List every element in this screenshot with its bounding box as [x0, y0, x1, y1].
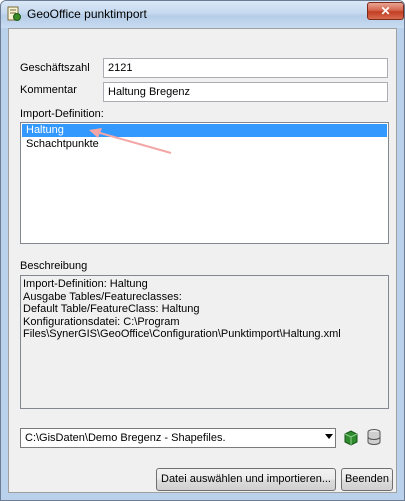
- add-layer-icon[interactable]: [342, 429, 360, 447]
- kommentar-input[interactable]: Haltung Bregenz: [103, 82, 388, 102]
- chevron-down-icon[interactable]: [325, 434, 333, 439]
- beschreibung-textbox[interactable]: Import-Definition: Haltung Ausgabe Table…: [20, 275, 389, 409]
- description-line: Konfigurationsdatei: C:\Program: [23, 315, 180, 328]
- description-line: Default Table/FeatureClass: Haltung: [23, 303, 200, 315]
- database-icon[interactable]: [365, 428, 383, 446]
- import-file-button[interactable]: Datei auswählen und importieren...: [156, 468, 336, 491]
- geschaeftszahl-label: Geschäftszahl: [20, 62, 90, 74]
- title-bar[interactable]: GeoOffice punktimport ✕: [1, 1, 404, 28]
- list-item-haltung[interactable]: Haltung: [22, 124, 387, 137]
- import-definition-listbox[interactable]: Haltung Schachtpunkte: [20, 122, 389, 244]
- dialog-window: GeoOffice punktimport ✕ Geschäftszahl 21…: [0, 0, 405, 501]
- description-line: Ausgabe Tables/Featureclasses:: [23, 290, 182, 303]
- beenden-button[interactable]: Beenden: [341, 468, 393, 491]
- datasource-dropdown[interactable]: C:\GisDaten\Demo Bregenz - Shapefiles.: [20, 428, 336, 448]
- list-item-schachtpunkte[interactable]: Schachtpunkte: [22, 138, 387, 151]
- geschaeftszahl-input[interactable]: 2121: [103, 58, 388, 78]
- close-icon: ✕: [380, 4, 391, 18]
- description-line: Import-Definition: Haltung: [23, 278, 148, 290]
- geooffice-app-icon: [7, 6, 21, 21]
- close-window-button[interactable]: ✕: [367, 2, 404, 20]
- kommentar-label: Kommentar: [20, 84, 77, 96]
- import-definition-label: Import-Definition:: [20, 108, 104, 120]
- description-line: Files\SynerGIS\GeoOffice\Configuration\P…: [23, 328, 341, 340]
- window-title: GeoOffice punktimport: [27, 7, 147, 21]
- datasource-selected-value: C:\GisDaten\Demo Bregenz - Shapefiles.: [25, 432, 226, 444]
- dialog-client-area: Geschäftszahl 2121 Kommentar Haltung Bre…: [8, 28, 397, 493]
- beschreibung-label: Beschreibung: [20, 260, 88, 272]
